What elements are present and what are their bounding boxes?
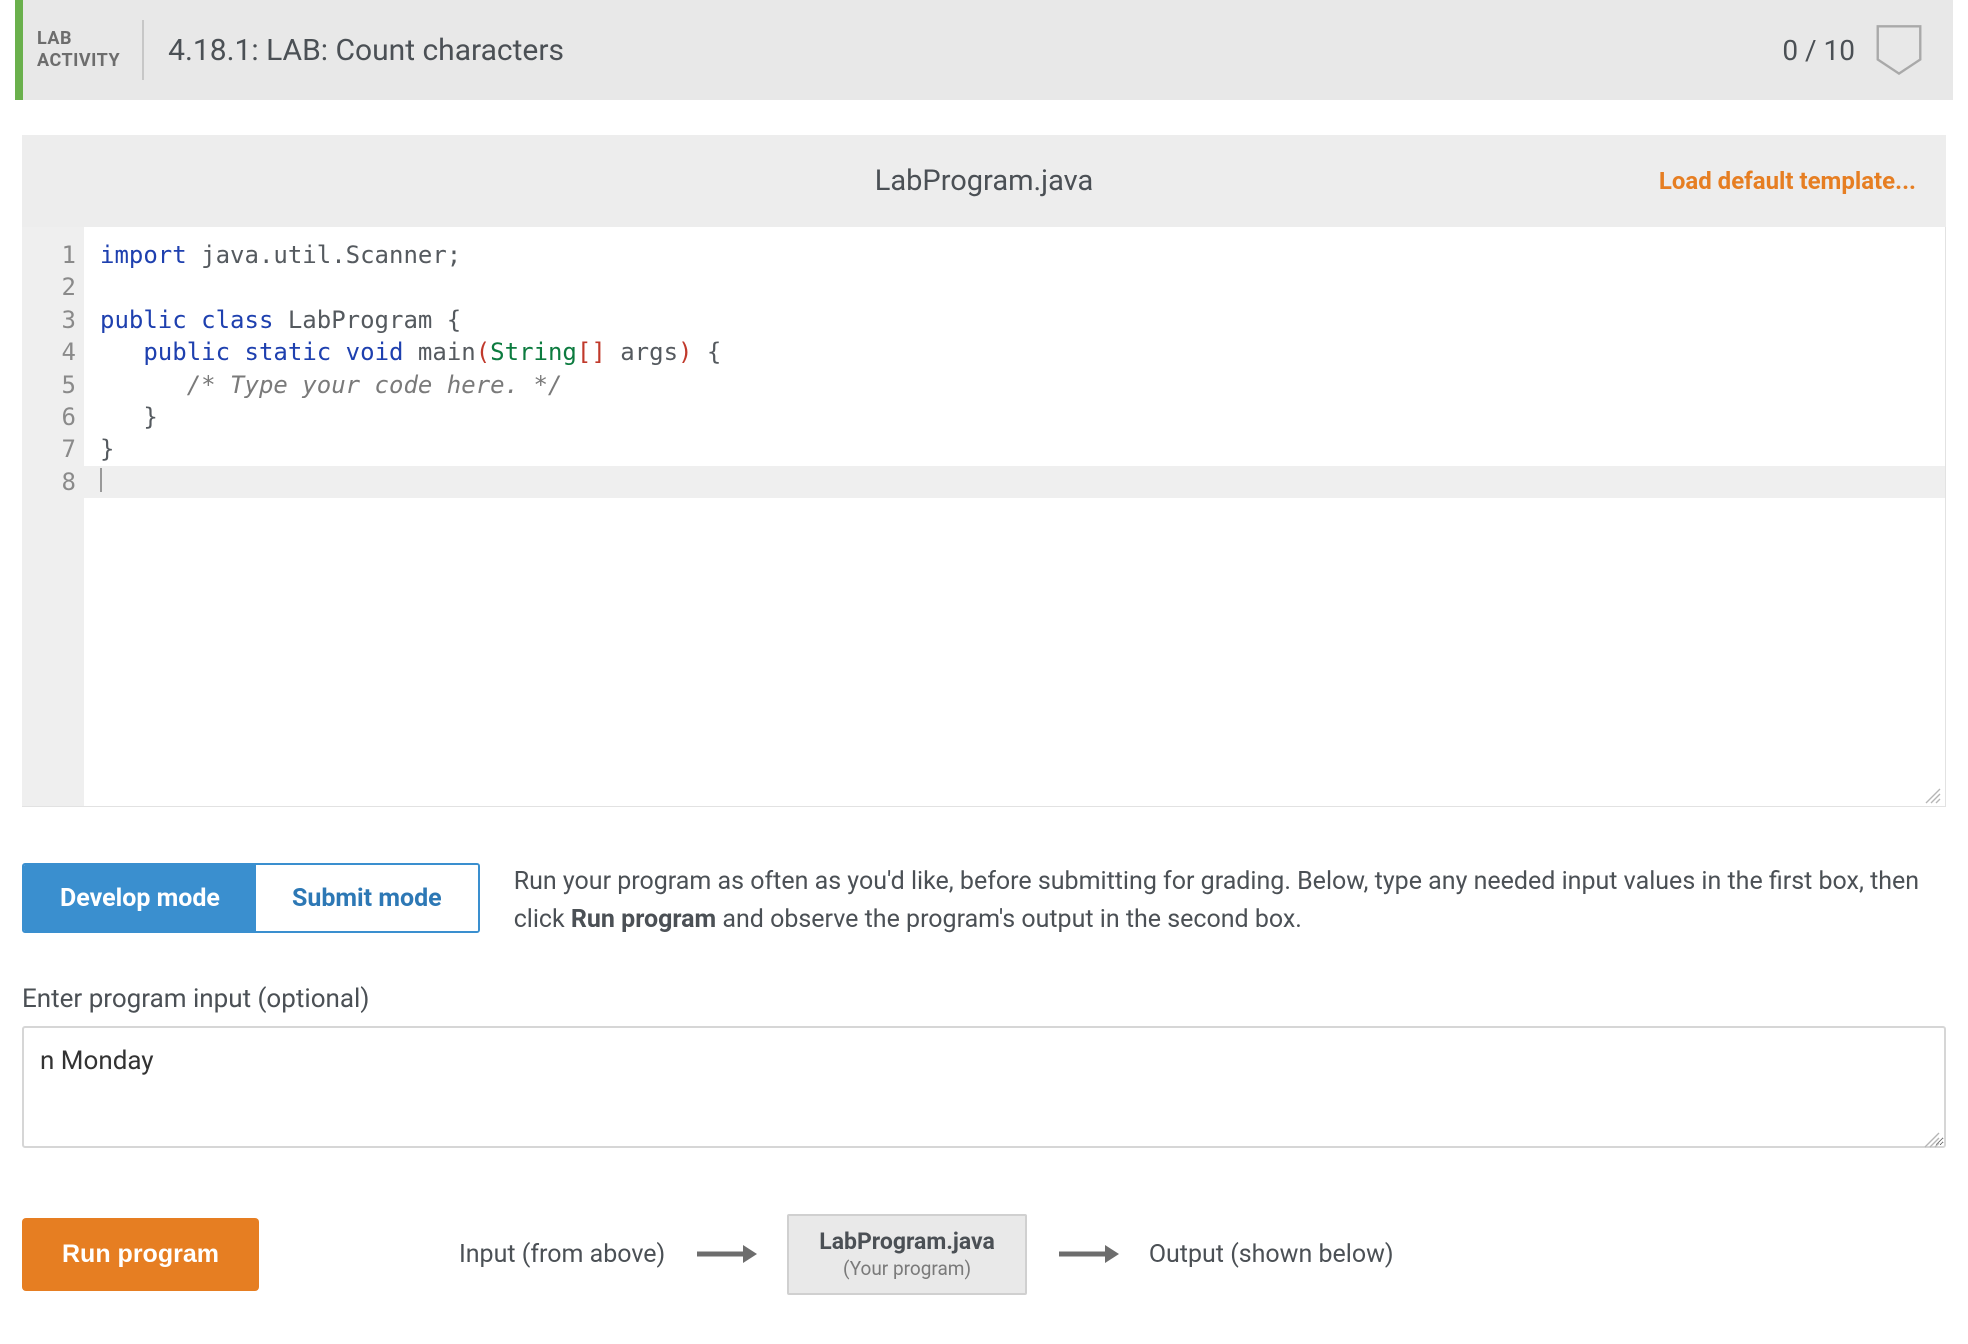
mode-row: Develop mode Submit mode Run your progra… xyxy=(22,863,1946,938)
program-flow-subtitle: (Your program) xyxy=(819,1257,995,1281)
activity-header: LAB ACTIVITY 4.18.1: LAB: Count characte… xyxy=(15,0,1953,100)
run-row: Run program Input (from above) LabProgra… xyxy=(22,1214,1946,1295)
mode-desc-post: and observe the program's output in the … xyxy=(716,905,1302,934)
program-input-label: Enter program input (optional) xyxy=(22,984,1946,1014)
editor-filename: LabProgram.java xyxy=(875,164,1094,198)
mode-desc-bold: Run program xyxy=(571,905,716,934)
program-input[interactable] xyxy=(22,1026,1946,1148)
arrow-right-icon xyxy=(695,1242,757,1266)
flow-input-label: Input (from above) xyxy=(459,1240,665,1269)
tab-submit-mode[interactable]: Submit mode xyxy=(256,865,478,931)
flow-output-label: Output (shown below) xyxy=(1149,1240,1394,1269)
editor-header: LabProgram.java Load default template... xyxy=(22,135,1946,227)
editor-resize-handle[interactable] xyxy=(1925,788,1941,804)
tab-develop-mode[interactable]: Develop mode xyxy=(24,865,256,931)
run-program-button[interactable]: Run program xyxy=(22,1218,259,1291)
program-flow-box: LabProgram.java (Your program) xyxy=(787,1214,1027,1295)
code-editor[interactable]: 12345678 import java.util.Scanner; publi… xyxy=(22,227,1946,807)
activity-tag-line1: LAB xyxy=(37,28,120,51)
code-content[interactable]: import java.util.Scanner; public class L… xyxy=(84,227,1945,806)
activity-tag-line2: ACTIVITY xyxy=(37,50,120,73)
activity-type-tag: LAB ACTIVITY xyxy=(23,20,144,80)
line-number-gutter: 12345678 xyxy=(22,227,84,806)
mode-description: Run your program as often as you'd like,… xyxy=(514,863,1946,938)
score-badge-icon xyxy=(1875,24,1923,76)
editor-card: LabProgram.java Load default template...… xyxy=(22,135,1946,807)
program-input-section: Enter program input (optional) xyxy=(22,984,1946,1154)
program-flow-title: LabProgram.java xyxy=(819,1228,995,1257)
load-default-template-link[interactable]: Load default template... xyxy=(1659,167,1916,195)
activity-score: 0 / 10 xyxy=(1782,34,1855,67)
activity-title: 4.18.1: LAB: Count characters xyxy=(144,33,1782,68)
textarea-resize-handle[interactable] xyxy=(1924,1132,1940,1148)
arrow-right-icon xyxy=(1057,1242,1119,1266)
mode-tabs: Develop mode Submit mode xyxy=(22,863,480,933)
